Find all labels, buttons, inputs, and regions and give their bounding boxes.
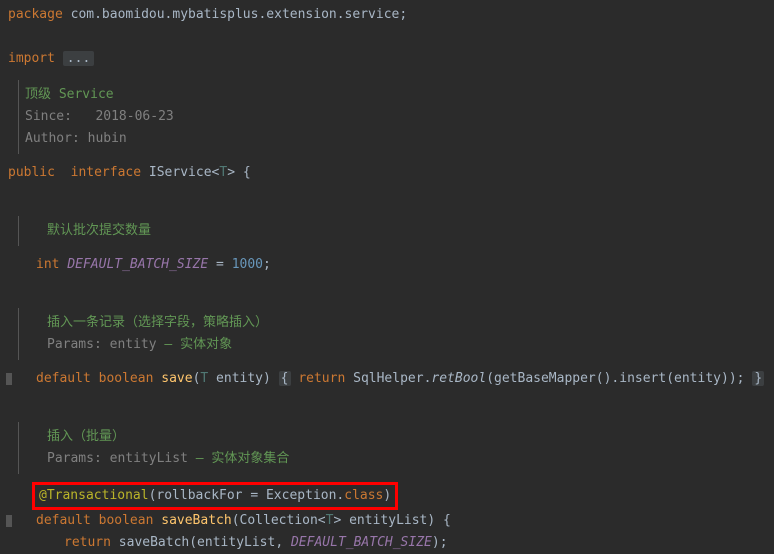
- call-chain: ().insert(entity));: [596, 371, 753, 386]
- keyword-boolean: boolean: [99, 371, 154, 386]
- keyword-return: return: [64, 535, 111, 550]
- package-path: com.baomidou.mybatisplus.extension.servi…: [71, 7, 408, 22]
- keyword-package: package: [8, 7, 63, 22]
- save-method-line: default boolean save(T entity) { return …: [8, 368, 774, 390]
- doc-since-label: Since:: [25, 109, 72, 124]
- keyword-class: class: [344, 488, 383, 503]
- field-ref: DEFAULT_BATCH_SIZE: [291, 535, 432, 550]
- method-name: saveBatch: [161, 513, 231, 528]
- doc-text: 插入（批量）: [47, 429, 125, 444]
- keyword-public: public: [8, 165, 55, 180]
- savebatch-decl-line: default boolean saveBatch(Collection<T> …: [8, 510, 774, 532]
- doc-author-value: hubin: [88, 131, 127, 146]
- qualifier: SqlHelper.: [345, 371, 431, 386]
- blank-line: [8, 390, 774, 412]
- doc-block-save: 插入一条记录（选择字段，策略插入） Params: entity – 实体对象: [18, 308, 774, 360]
- keyword-import: import: [8, 51, 55, 66]
- keyword-boolean: boolean: [99, 513, 154, 528]
- keyword-default: default: [36, 513, 91, 528]
- interface-name: IService: [149, 165, 212, 180]
- highlight-box: @Transactional(rollbackFor = Exception.c…: [32, 482, 398, 510]
- blank-line: [8, 184, 774, 206]
- gutter-mark-icon[interactable]: [6, 515, 12, 527]
- param-name: entity: [208, 371, 263, 386]
- punc-lp: (: [486, 371, 494, 386]
- gutter-mark-icon[interactable]: [6, 373, 12, 385]
- method-name: save: [161, 371, 192, 386]
- doc-block-top: 顶级 Service Since: 2018-06-23 Author: hub…: [18, 80, 774, 154]
- doc-params-name: entity: [110, 337, 157, 352]
- punc-end: );: [432, 535, 448, 550]
- keyword-return: return: [298, 371, 345, 386]
- brace-open: {: [279, 371, 291, 386]
- static-method: retBool: [431, 371, 486, 386]
- default-batch-size-line: int DEFAULT_BATCH_SIZE = 1000;: [8, 254, 774, 276]
- doc-since-value: 2018-06-23: [95, 109, 173, 124]
- import-line: import ...: [8, 48, 774, 70]
- doc-block-savebatch: 插入（批量） Params: entityList – 实体对象集合: [18, 422, 774, 474]
- savebatch-body-line: return saveBatch(entityList, DEFAULT_BAT…: [8, 532, 774, 554]
- blank-line: [8, 276, 774, 298]
- method-call: getBaseMapper: [494, 371, 596, 386]
- brace-open: {: [235, 165, 251, 180]
- annotation-line: @Transactional(rollbackFor = Exception.c…: [8, 482, 774, 510]
- call-text: saveBatch(entityList,: [111, 535, 291, 550]
- punc-gt: >: [227, 165, 235, 180]
- doc-block-batch: 默认批次提交数量: [18, 216, 774, 246]
- punc-rp: ): [263, 371, 271, 386]
- punc-rp: ): [383, 488, 391, 503]
- brace-close: }: [752, 371, 764, 386]
- doc-params-name: entityList: [110, 451, 188, 466]
- keyword-int: int: [36, 257, 59, 272]
- doc-params-desc: – 实体对象: [164, 337, 232, 352]
- import-fold-pill[interactable]: ...: [63, 51, 94, 66]
- annotation-attr: rollbackFor: [156, 488, 242, 503]
- package-line: package com.baomidou.mybatisplus.extensi…: [8, 4, 774, 26]
- doc-params-label: Params:: [47, 337, 102, 352]
- annotation-name: @Transactional: [39, 488, 149, 503]
- code-editor[interactable]: package com.baomidou.mybatisplus.extensi…: [0, 0, 774, 554]
- punc-eq: =: [208, 257, 231, 272]
- keyword-interface: interface: [71, 165, 141, 180]
- doc-params-desc: – 实体对象集合: [196, 451, 290, 466]
- doc-text: 顶级 Service: [25, 87, 114, 102]
- doc-author-label: Author:: [25, 131, 80, 146]
- interface-decl: public interface IService<T> {: [8, 162, 774, 184]
- doc-params-label: Params:: [47, 451, 102, 466]
- type-param: T: [219, 165, 227, 180]
- params-close: > entityList) {: [333, 513, 450, 528]
- keyword-default: default: [36, 371, 91, 386]
- params-open: (Collection<: [232, 513, 326, 528]
- number-literal: 1000: [232, 257, 263, 272]
- field-name: DEFAULT_BATCH_SIZE: [67, 257, 208, 272]
- blank-line: [8, 26, 774, 48]
- punc-eq: = Exception.: [243, 488, 345, 503]
- doc-text: 插入一条记录（选择字段，策略插入）: [47, 315, 268, 330]
- punc-semi: ;: [263, 257, 271, 272]
- doc-text: 默认批次提交数量: [47, 223, 151, 238]
